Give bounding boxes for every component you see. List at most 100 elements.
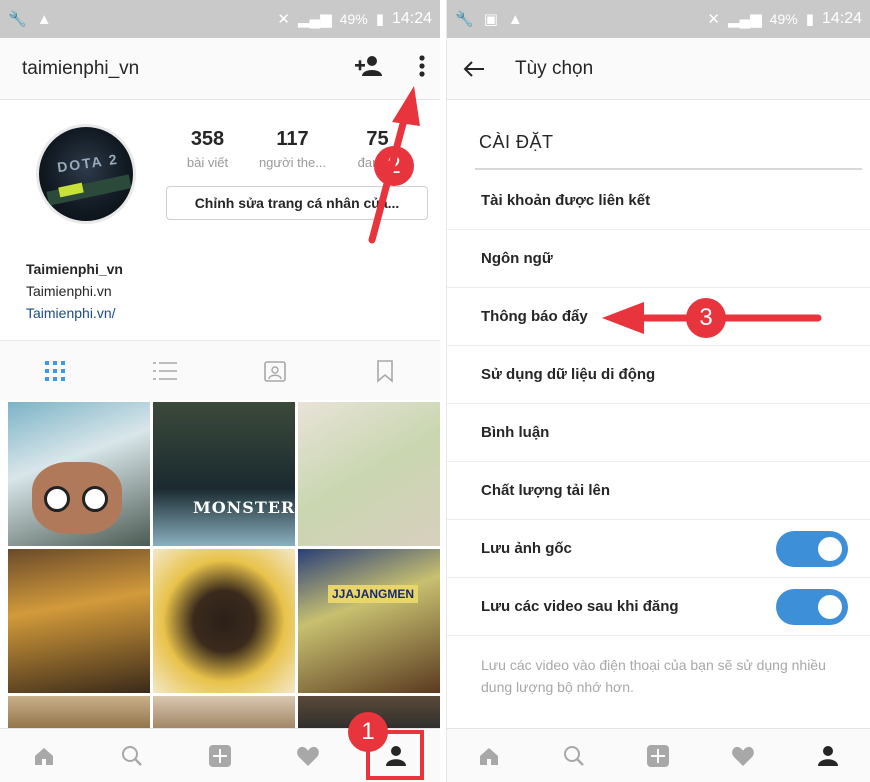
add-post-icon: [209, 744, 231, 767]
profile-bio: Taimienphi_vn Taimienphi.vn Taimienphi.v…: [26, 258, 123, 324]
stat-followers-count: 117: [276, 128, 309, 150]
wrench-icon: 🔧: [8, 11, 27, 28]
warning-icon: ▲: [507, 10, 523, 28]
stat-followers[interactable]: 117 người the...: [250, 128, 335, 170]
setting-label: Lưu các video sau khi đăng: [481, 598, 679, 615]
home-icon: [480, 747, 499, 765]
search-icon: [563, 745, 584, 766]
post-eye-shape: [44, 486, 70, 512]
heart-icon: [732, 746, 754, 766]
setting-language[interactable]: Ngôn ngữ: [447, 230, 870, 288]
setting-label: Thông báo đẩy: [481, 308, 588, 325]
signal-icon: ▂▄▆: [297, 11, 332, 28]
setting-push-notifications[interactable]: Thông báo đẩy: [447, 288, 870, 346]
tagged-person-icon: [264, 360, 286, 382]
post-thumbnail[interactable]: JJAJANGMEN: [298, 549, 440, 693]
settings-list: Tài khoản được liên kết Ngôn ngữ Thông b…: [447, 172, 870, 636]
setting-label: Lưu ảnh gốc: [481, 540, 572, 557]
nav-search[interactable]: [532, 729, 617, 782]
bottom-navigation: [447, 728, 870, 782]
status-time: 14:24: [821, 10, 862, 27]
setting-label: Tài khoản được liên kết: [481, 192, 651, 209]
mute-icon: ✕: [707, 11, 720, 28]
setting-upload-quality[interactable]: Chất lượng tải lên: [447, 462, 870, 520]
grid-icon: [45, 360, 65, 381]
setting-label: Bình luận: [481, 424, 550, 441]
nav-home[interactable]: [447, 729, 532, 782]
post-thumbnail[interactable]: [8, 549, 150, 693]
profile-username-title: taimienphi_vn: [22, 57, 140, 79]
post-thumbnail[interactable]: MONSTER: [153, 402, 295, 546]
home-icon: [35, 747, 53, 765]
tagged-tab[interactable]: [220, 341, 330, 400]
battery-icon: ▮: [375, 11, 384, 28]
toggle-knob: [818, 594, 842, 619]
save-videos-toggle[interactable]: [776, 588, 848, 625]
avatar-text: DOTA 2: [56, 150, 120, 176]
options-toolbar: Tùy chọn: [447, 38, 870, 100]
bio-website-link[interactable]: Taimienphi.vn/: [26, 302, 123, 324]
image-icon: ▣: [483, 11, 498, 28]
post-thumbnail[interactable]: [298, 402, 440, 546]
heart-icon: [297, 746, 319, 766]
post-thumbnail[interactable]: [153, 549, 295, 693]
more-vertical-icon[interactable]: [418, 54, 426, 84]
stat-posts-label: bài viết: [186, 155, 229, 170]
options-screen: 🔧 ▣ ▲ ✕ ▂▄▆ 49% ▮ 14:24 Tùy chọn CÀI ĐẶT…: [446, 0, 870, 782]
stat-posts-count: 358: [190, 128, 225, 150]
status-bar: 🔧 ▣ ▲ ✕ ▂▄▆ 49% ▮ 14:24: [447, 0, 870, 38]
add-person-icon[interactable]: [354, 55, 384, 83]
saved-tab[interactable]: [330, 341, 440, 400]
setting-save-videos: Lưu các video sau khi đăng: [447, 578, 870, 636]
section-divider: [475, 168, 862, 170]
post-package-text: JJAJANGMEN: [328, 585, 419, 603]
bookmark-icon: [377, 359, 393, 383]
profile-screen: 🔧 ▲ ✕ ▂▄▆ 49% ▮ 14:24 taimienphi_vn DOTA…: [0, 0, 440, 782]
profile-avatar[interactable]: DOTA 2: [36, 124, 136, 224]
toggle-knob: [818, 536, 842, 561]
bio-text: Taimienphi.vn: [26, 283, 112, 299]
battery-level: 49%: [339, 11, 368, 27]
save-videos-note: Lưu các video vào điện thoại của bạn sẽ …: [481, 657, 826, 695]
signal-icon: ▂▄▆: [727, 11, 762, 28]
nav-home[interactable]: [0, 729, 88, 782]
wrench-icon: 🔧: [455, 11, 474, 28]
save-original-photos-toggle[interactable]: [776, 530, 848, 567]
nav-search[interactable]: [88, 729, 176, 782]
settings-section-header: CÀI ĐẶT: [479, 132, 554, 152]
list-icon: [153, 361, 177, 380]
status-bar: 🔧 ▲ ✕ ▂▄▆ 49% ▮ 14:24: [0, 0, 440, 38]
battery-icon: ▮: [805, 11, 814, 28]
list-view-tab[interactable]: [110, 341, 220, 400]
setting-label: Sử dụng dữ liệu di động: [481, 366, 656, 383]
options-title: Tùy chọn: [515, 57, 594, 79]
nav-add-post[interactable]: [616, 729, 701, 782]
edit-profile-button[interactable]: Chỉnh sửa trang cá nhân của...: [166, 186, 428, 220]
post-thumbnail[interactable]: [8, 402, 150, 546]
warning-icon: ▲: [36, 10, 52, 28]
profile-toolbar: taimienphi_vn: [0, 38, 440, 100]
setting-label: Chất lượng tải lên: [481, 482, 611, 499]
bio-name: Taimienphi_vn: [26, 261, 123, 277]
search-icon: [122, 745, 142, 766]
setting-mobile-data[interactable]: Sử dụng dữ liệu di động: [447, 346, 870, 404]
nav-activity[interactable]: [701, 729, 786, 782]
nav-profile[interactable]: [785, 729, 870, 782]
step-badge-2: 2: [374, 146, 414, 186]
mute-icon: ✕: [277, 11, 290, 28]
step-badge-3: 3: [686, 298, 726, 338]
stat-followers-label: người the...: [258, 155, 327, 170]
post-eye-shape: [82, 486, 108, 512]
back-arrow-icon[interactable]: [463, 60, 485, 78]
grid-view-tab[interactable]: [0, 341, 110, 400]
setting-label: Ngôn ngữ: [481, 250, 553, 267]
add-post-icon: [647, 744, 670, 767]
profile-icon: [817, 745, 838, 766]
setting-comments[interactable]: Bình luận: [447, 404, 870, 462]
step-badge-1: 1: [348, 712, 388, 752]
nav-activity[interactable]: [264, 729, 352, 782]
nav-add-post[interactable]: [176, 729, 264, 782]
stat-posts[interactable]: 358 bài viết: [165, 128, 250, 170]
setting-linked-accounts[interactable]: Tài khoản được liên kết: [447, 172, 870, 230]
post-can-text: MONSTER: [193, 498, 295, 517]
